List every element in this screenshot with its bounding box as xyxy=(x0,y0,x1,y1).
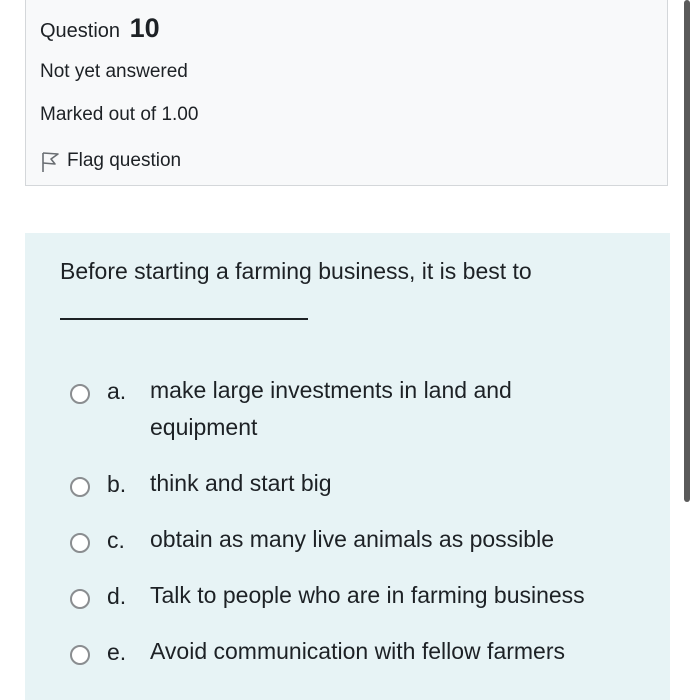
question-info-panel: Question 10 Not yet answered Marked out … xyxy=(25,0,668,186)
answer-text-e: Avoid communication with fellow farmers xyxy=(150,638,566,664)
answer-option-a[interactable]: a. make large investments in land and eq… xyxy=(70,377,620,446)
radio-button-e[interactable] xyxy=(70,645,90,665)
question-state: Not yet answered xyxy=(40,61,188,82)
radio-button-a[interactable] xyxy=(70,384,90,404)
answer-text-b: think and start big xyxy=(150,470,332,496)
answer-text-c: obtain as many live animals as possible xyxy=(150,526,554,552)
flag-icon xyxy=(42,152,59,172)
answer-letter-a: a. xyxy=(107,378,127,404)
answer-text-d: Talk to people who are in farming busine… xyxy=(150,582,585,608)
radio-button-d[interactable] xyxy=(70,589,90,609)
flag-question-label: Flag question xyxy=(67,149,182,171)
answer-option-b[interactable]: b. think and start big xyxy=(70,470,620,502)
radio-button-c[interactable] xyxy=(70,533,90,553)
question-grade: Marked out of 1.00 xyxy=(40,104,199,125)
radio-button-b[interactable] xyxy=(70,477,90,497)
answer-letter-e: e. xyxy=(107,639,127,665)
answer-text-a: make large investments in land and equip… xyxy=(150,377,512,440)
page-scrollbar[interactable] xyxy=(684,0,690,502)
question-label: Question xyxy=(40,20,121,42)
question-heading: Question 10 xyxy=(40,13,160,44)
quiz-page: Question 10 Not yet answered Marked out … xyxy=(0,0,696,700)
answer-option-d[interactable]: d. Talk to people who are in farming bus… xyxy=(70,582,620,614)
question-content-panel: Before starting a farming business, it i… xyxy=(25,233,670,700)
answer-option-c[interactable]: c. obtain as many live animals as possib… xyxy=(70,526,620,558)
question-number: 10 xyxy=(129,13,160,43)
question-text: Before starting a farming business, it i… xyxy=(60,258,532,284)
answer-letter-b: b. xyxy=(107,471,127,497)
answer-blank-line xyxy=(60,318,308,320)
answer-letter-c: c. xyxy=(107,527,125,553)
answer-letter-d: d. xyxy=(107,583,127,609)
answer-option-e[interactable]: e. Avoid communication with fellow farme… xyxy=(70,638,620,670)
flag-question-link[interactable]: Flag question xyxy=(40,148,181,173)
